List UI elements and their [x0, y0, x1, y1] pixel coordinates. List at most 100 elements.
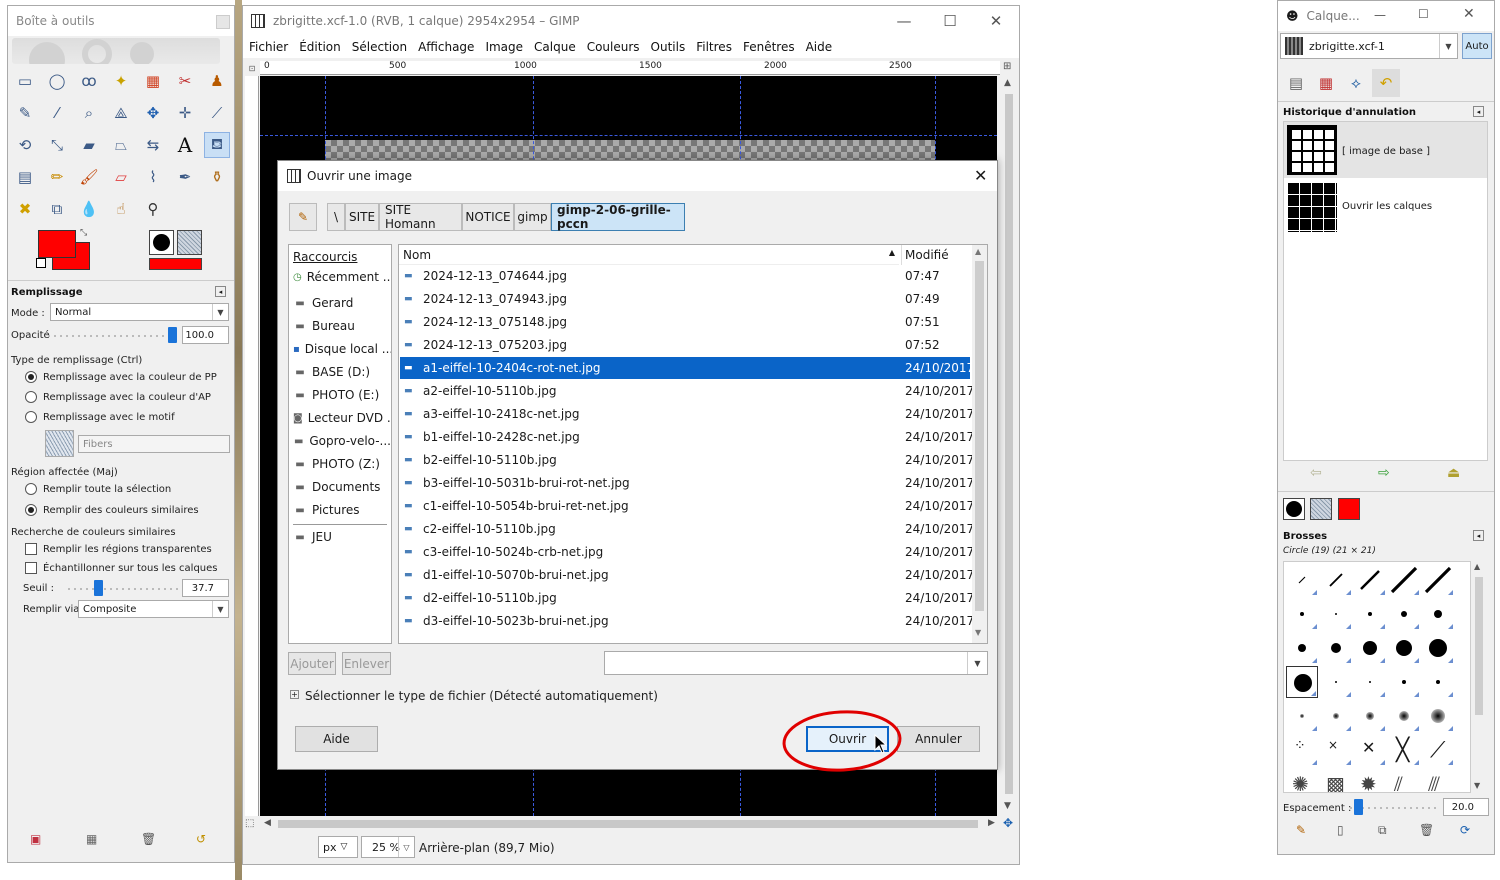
- breadcrumb-site-homann[interactable]: SITE Homann: [379, 203, 462, 231]
- transparent-regions-checkbox[interactable]: [25, 543, 37, 555]
- align-tool-icon[interactable]: ✛: [172, 100, 198, 126]
- scroll-up-icon[interactable]: ▲: [975, 247, 981, 256]
- file-row[interactable]: ▬ c1-eiffel-10-5054b-brui-ret-net.jpg 24/1…: [400, 495, 974, 517]
- scroll-thumb[interactable]: [1475, 577, 1483, 715]
- scroll-down-icon[interactable]: ▼: [975, 628, 981, 637]
- close-icon[interactable]: ✕: [973, 6, 1019, 36]
- default-colors-icon[interactable]: [36, 258, 46, 268]
- brush-cell[interactable]: ⫽: [1388, 768, 1420, 792]
- paths-tool-icon[interactable]: ✎: [12, 100, 38, 126]
- minimize-icon[interactable]: —: [881, 6, 927, 36]
- brush-grid[interactable]: ⁘ × ✕ ╳ ⟋ ✺ ▩ ✹ ⫽ ⫻: [1283, 561, 1471, 793]
- flip-tool-icon[interactable]: ⇆: [140, 132, 166, 158]
- unit-select[interactable]: px ▽: [318, 836, 358, 858]
- measure-tool-icon[interactable]: ⟁: [108, 100, 134, 126]
- shear-tool-icon[interactable]: ▰: [76, 132, 102, 158]
- image-select[interactable]: zbrigitte.xcf-1 ▼: [1280, 33, 1458, 59]
- configure-tab-icon[interactable]: ◂: [1473, 530, 1484, 541]
- brush-cell[interactable]: [1388, 666, 1420, 698]
- horizontal-ruler[interactable]: 0 500 1000 1500 2000 2500: [260, 61, 1000, 75]
- delete-brush-icon[interactable]: 🗑: [1419, 823, 1434, 837]
- move-tool-icon[interactable]: ✥: [140, 100, 166, 126]
- menu-outils[interactable]: Outils: [651, 40, 686, 54]
- column-header-modified[interactable]: Modifié: [901, 245, 971, 265]
- place-base-d[interactable]: ▬ BASE (D:): [289, 361, 391, 383]
- file-row[interactable]: ▬ b1-eiffel-10-2428c-net.jpg 24/10/2017: [400, 426, 974, 448]
- brush-cell[interactable]: [1354, 598, 1386, 630]
- file-row[interactable]: ▬ b3-eiffel-10-5031b-brui-rot-net.jpg 24/1…: [400, 472, 974, 494]
- paintbrush-tool-icon[interactable]: 🖌: [76, 164, 102, 190]
- vertical-scrollbar[interactable]: ▲ ▼: [1001, 76, 1017, 816]
- clone-tool-icon[interactable]: ⚱: [204, 164, 230, 190]
- navigate-icon[interactable]: ⊞: [1003, 61, 1011, 72]
- scroll-thumb[interactable]: [278, 820, 978, 828]
- ink-tool-icon[interactable]: ✒: [172, 164, 198, 190]
- scissors-tool-icon[interactable]: ✂: [172, 68, 198, 94]
- brush-cell[interactable]: [1354, 632, 1386, 664]
- horizontal-scrollbar[interactable]: ◀ ▶: [260, 816, 1000, 832]
- brush-cell[interactable]: [1422, 700, 1454, 732]
- scroll-up-icon[interactable]: ▲: [1474, 562, 1480, 571]
- brush-cell[interactable]: [1354, 666, 1386, 698]
- zoom-fit-icon[interactable]: ✥: [1003, 816, 1013, 830]
- brush-cell[interactable]: [1286, 564, 1318, 596]
- perspective-clone-tool-icon[interactable]: ⧉: [44, 196, 70, 222]
- channels-tab-icon[interactable]: ▦: [1312, 69, 1340, 97]
- free-select-tool-icon[interactable]: ꝏ: [76, 68, 102, 94]
- zoom-tool-icon[interactable]: ⌕: [76, 100, 102, 126]
- fill-fg-radio[interactable]: [25, 371, 37, 383]
- brush-cell[interactable]: [1286, 700, 1318, 732]
- gradient-tool-icon[interactable]: ▤: [12, 164, 38, 190]
- breadcrumb-gimp[interactable]: gimp: [514, 203, 551, 231]
- mode-select[interactable]: Normal ▼: [50, 303, 229, 321]
- file-type-expander[interactable]: Sélectionner le type de fichier (Détecté…: [305, 689, 658, 703]
- brush-cell[interactable]: [1388, 564, 1420, 596]
- gradient-preview-small[interactable]: [1338, 498, 1360, 520]
- fill-pattern-radio[interactable]: [25, 411, 37, 423]
- file-row[interactable]: ▬ 2024-12-13_075148.jpg 07:51: [400, 311, 970, 333]
- perspective-tool-icon[interactable]: ⏢: [108, 132, 134, 158]
- brush-cell[interactable]: [1388, 632, 1420, 664]
- brush-cell[interactable]: ⟋: [1422, 734, 1454, 766]
- foreground-color-swatch[interactable]: [38, 230, 76, 258]
- menu-fenetres[interactable]: Fenêtres: [743, 40, 795, 54]
- fill-selection-radio[interactable]: [25, 483, 37, 495]
- add-bookmark-button[interactable]: Ajouter: [288, 652, 336, 675]
- fill-via-select[interactable]: Composite ▼: [78, 600, 229, 618]
- threshold-slider-handle[interactable]: [94, 580, 103, 596]
- fuzzy-select-tool-icon[interactable]: ✦: [108, 68, 134, 94]
- file-row[interactable]: ▬ 2024-12-13_075203.jpg 07:52: [400, 334, 970, 356]
- brush-cell[interactable]: ✺: [1286, 768, 1318, 792]
- brush-cell[interactable]: ▩: [1320, 768, 1352, 792]
- menu-selection[interactable]: Sélection: [352, 40, 407, 54]
- brush-cell[interactable]: ⫻: [1422, 768, 1454, 792]
- configure-tab-icon[interactable]: ◂: [1473, 106, 1484, 117]
- history-item[interactable]: Ouvrir les calques: [1284, 179, 1487, 233]
- column-header-name[interactable]: Nom ▲: [399, 245, 899, 265]
- brush-cell[interactable]: [1354, 564, 1386, 596]
- dialog-titlebar[interactable]: Ouvrir une image ✕: [278, 161, 997, 191]
- opacity-slider-track[interactable]: [48, 335, 178, 337]
- dodge-burn-tool-icon[interactable]: ⚲: [140, 196, 166, 222]
- type-location-button[interactable]: ✎: [289, 203, 317, 231]
- file-row[interactable]: ▬ a1-eiffel-10-2404c-rot-net.jpg 24/10/201…: [400, 357, 974, 379]
- fill-similar-radio[interactable]: [25, 504, 37, 516]
- vertical-ruler[interactable]: [245, 76, 259, 816]
- scroll-left-icon[interactable]: ◀: [264, 818, 271, 828]
- close-icon[interactable]: [216, 15, 230, 29]
- knife-tool-icon[interactable]: ⟋: [204, 100, 230, 126]
- clear-history-icon[interactable]: ⏏: [1447, 465, 1460, 481]
- brush-cell[interactable]: ×: [1320, 734, 1352, 766]
- airbrush-tool-icon[interactable]: ⌇: [140, 164, 166, 190]
- gimp-titlebar[interactable]: zbrigitte.xcf-1.0 (RVB, 1 calque) 2954x2…: [243, 6, 1019, 36]
- minimize-icon[interactable]: —: [1374, 8, 1386, 22]
- file-row[interactable]: ▬ d2-eiffel-10-5110b.jpg 24/10/2017: [400, 587, 974, 609]
- breadcrumb-root[interactable]: \: [327, 203, 345, 231]
- active-gradient-preview[interactable]: [149, 258, 202, 270]
- brush-cell[interactable]: [1422, 666, 1454, 698]
- zoom-select[interactable]: 25 % ▽: [361, 836, 415, 858]
- restore-preset-icon[interactable]: ▦: [86, 832, 97, 846]
- pattern-preview[interactable]: [45, 430, 74, 457]
- place-gerard[interactable]: ▬ Gerard: [289, 292, 391, 314]
- place-documents[interactable]: ▬ Documents: [289, 476, 391, 498]
